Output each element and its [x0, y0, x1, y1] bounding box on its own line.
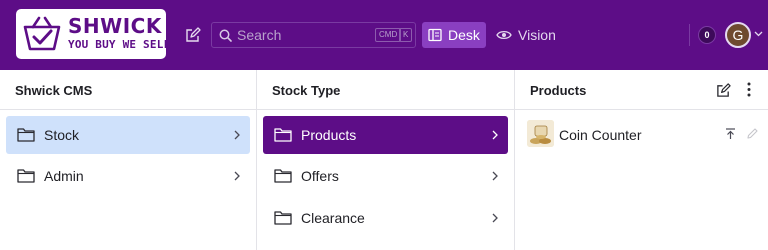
compose-icon[interactable] [716, 83, 731, 98]
pane-products: Products Coin Counter [515, 70, 768, 250]
pane-header: Shwick CMS [0, 70, 256, 110]
folder-icon [274, 128, 292, 142]
brand-tagline: YOU BUY WE SELL [68, 38, 166, 51]
topbar-divider [689, 24, 690, 46]
shortcut-key-k: K [399, 28, 413, 42]
folder-icon [17, 169, 35, 183]
more-vertical-icon[interactable] [747, 82, 751, 97]
pane-header: Products [515, 70, 768, 110]
folder-icon [274, 169, 292, 183]
brand-name: SHWICK [68, 14, 162, 38]
pane-title: Stock Type [272, 83, 341, 98]
search-box[interactable]: CMD K [211, 22, 416, 48]
compose-icon [186, 27, 201, 42]
pane-header: Stock Type [257, 70, 514, 110]
desk-tool-label: Desk [448, 27, 480, 43]
shortcut-key-cmd: CMD [375, 28, 402, 42]
vision-tool-label: Vision [518, 27, 556, 43]
pane-title: Shwick CMS [15, 83, 93, 98]
list-item-label: Clearance [301, 210, 365, 226]
folder-icon [274, 211, 292, 225]
list-item-clearance[interactable]: Clearance [263, 199, 508, 237]
publish-icon[interactable] [725, 128, 736, 140]
search-input[interactable] [237, 25, 357, 45]
list-item-label: Offers [301, 168, 339, 184]
top-navigation-bar: SHWICK YOU BUY WE SELL CMD K Desk Vision [0, 0, 768, 70]
brand-logo[interactable]: SHWICK YOU BUY WE SELL [16, 9, 166, 59]
chevron-right-icon [234, 171, 240, 181]
chevron-right-icon [234, 130, 240, 140]
eye-icon [496, 30, 512, 40]
compose-button[interactable] [183, 25, 203, 45]
chevron-down-icon[interactable] [754, 31, 763, 37]
list-item-label: Products [301, 127, 357, 143]
list-item-offers[interactable]: Offers [263, 157, 508, 195]
pane-shwick-cms: Shwick CMS Stock Admin [0, 70, 257, 250]
chevron-right-icon [492, 213, 498, 223]
pencil-icon[interactable] [747, 128, 758, 139]
pane-title: Products [530, 83, 587, 98]
list-item-admin[interactable]: Admin [6, 157, 250, 195]
desk-tool-button[interactable]: Desk [422, 22, 486, 48]
notification-count-badge[interactable]: 0 [698, 26, 716, 44]
user-avatar[interactable]: G [725, 22, 751, 48]
list-item-stock[interactable]: Stock [6, 116, 250, 154]
list-item-label: Coin Counter [559, 127, 642, 143]
list-item-coin-counter[interactable]: Coin Counter [521, 116, 762, 154]
folder-icon [17, 128, 35, 142]
basket-check-icon [23, 16, 61, 51]
list-item-label: Stock [44, 127, 80, 143]
search-icon [219, 29, 232, 42]
product-thumbnail [527, 120, 554, 147]
pane-stock-type: Stock Type Products Offers Clearance [257, 70, 515, 250]
list-item-products[interactable]: Products [263, 116, 508, 154]
chevron-right-icon [492, 130, 498, 140]
list-item-label: Admin [44, 168, 84, 184]
desk-icon [428, 28, 442, 42]
vision-tool-button[interactable]: Vision [494, 22, 556, 48]
chevron-right-icon [492, 171, 498, 181]
